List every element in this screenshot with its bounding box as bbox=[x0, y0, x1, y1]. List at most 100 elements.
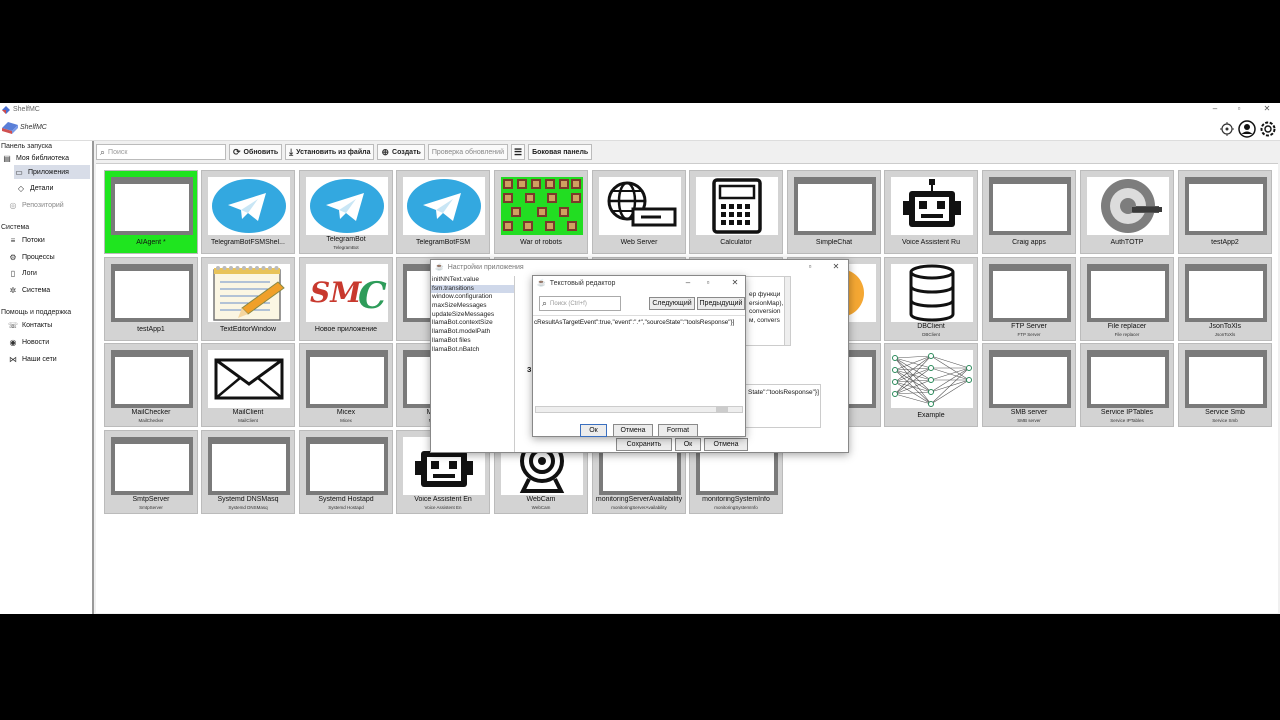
app-tile[interactable]: AuthTOTP bbox=[1080, 170, 1174, 254]
app-tile[interactable]: DBClient DBClient bbox=[884, 257, 978, 341]
system-icon: ✲ bbox=[9, 285, 17, 295]
app-tile-label: File replacer bbox=[1107, 323, 1147, 330]
settings-close-icon[interactable]: ✕ bbox=[825, 260, 847, 274]
editor-ok-button[interactable]: Ок bbox=[580, 424, 607, 437]
app-tile[interactable]: SM C Новое приложение bbox=[299, 257, 393, 341]
app-tile[interactable]: Voice Assistent Ru bbox=[884, 170, 978, 254]
app-tile[interactable]: Craig apps bbox=[982, 170, 1076, 254]
tag-icon: ◇ bbox=[17, 183, 25, 193]
app-tile-label: JsonToXls bbox=[1209, 323, 1241, 330]
app-tile-label: Voice Assistent En bbox=[414, 496, 472, 503]
sidebar-item-my-library[interactable]: ▤ Моя библиотека bbox=[2, 151, 84, 165]
app-tile-label: AuthTOTP bbox=[1110, 239, 1144, 246]
editor-minimize-icon[interactable]: – bbox=[677, 276, 699, 290]
app-tile[interactable]: testApp1 bbox=[104, 257, 198, 341]
search-input[interactable]: ⌕ Поиск bbox=[96, 144, 226, 160]
editor-text-area[interactable]: cResultAsTargetEvent":true,"event":".*",… bbox=[533, 315, 745, 415]
editor-format-button[interactable]: Format bbox=[658, 424, 698, 437]
sidebar-item-logs[interactable]: ▯ Логи bbox=[8, 266, 90, 280]
app-tile[interactable]: Systemd Hostapd Systemd Hostapd bbox=[299, 430, 393, 514]
settings-maximize-icon[interactable]: ▫ bbox=[799, 260, 821, 274]
app-tile[interactable]: TelegramBotFSM bbox=[396, 170, 490, 254]
sidebar-item-contacts[interactable]: ☏ Контакты bbox=[8, 318, 90, 332]
editor-next-button[interactable]: Следующий bbox=[649, 297, 695, 310]
settings-save-button[interactable]: Сохранить bbox=[616, 438, 672, 451]
editor-h-scrollbar[interactable] bbox=[535, 406, 743, 413]
app-tile[interactable]: Systemd DNSMasq Systemd DNSMasq bbox=[201, 430, 295, 514]
settings-value-field[interactable]: State":"toolsResponse"}] bbox=[745, 384, 821, 428]
app-tile[interactable]: JsonToXls JsonToXls bbox=[1178, 257, 1272, 341]
sidebar-item-apps[interactable]: ▭ Приложения bbox=[14, 165, 90, 179]
param-list-item[interactable]: window.configuration bbox=[431, 293, 514, 302]
toolbar: ⌕ Поиск ⟳ Обновить ⤓ Установить из файла ⊕… bbox=[96, 143, 1276, 161]
editor-cancel-button[interactable]: Отмена bbox=[613, 424, 653, 437]
robot-icon bbox=[891, 177, 973, 235]
app-tile-sublabel: monitoringSystemInfo bbox=[714, 505, 758, 510]
close-icon[interactable]: ✕ bbox=[1254, 103, 1280, 116]
param-list-item[interactable]: updateSizeMessages bbox=[431, 311, 514, 320]
add-icon: ⊕ bbox=[381, 146, 390, 157]
app-tile[interactable]: War of robots bbox=[494, 170, 588, 254]
app-tile[interactable]: Calculator bbox=[689, 170, 783, 254]
ai-brain-icon[interactable] bbox=[1218, 120, 1236, 138]
minimize-icon[interactable]: – bbox=[1202, 103, 1228, 116]
app-tile[interactable]: TextEditorWindow bbox=[201, 257, 295, 341]
app-tile-label: Service Smb bbox=[1205, 409, 1245, 416]
check-updates-button[interactable]: Проверка обновлений bbox=[427, 144, 508, 160]
app-tile[interactable]: FTP Server FTP Server bbox=[982, 257, 1076, 341]
create-button[interactable]: ⊕ Создать bbox=[377, 144, 425, 160]
side-panel-button[interactable]: Боковая панель bbox=[528, 144, 593, 160]
user-account-icon[interactable] bbox=[1238, 120, 1256, 138]
sidebar-group-launcher: Панель запуска bbox=[1, 143, 53, 150]
java-cup-icon: ☕ bbox=[435, 264, 444, 271]
app-tile[interactable]: MailClient MailClient bbox=[201, 343, 295, 427]
app-tile[interactable]: testApp2 bbox=[1178, 170, 1272, 254]
app-tile[interactable]: SMB server SMB server bbox=[982, 343, 1076, 427]
sidebar-item-details[interactable]: ◇ Детали bbox=[16, 181, 98, 195]
sidebar-item-news[interactable]: ◉ Новости bbox=[8, 335, 90, 349]
editor-maximize-icon[interactable]: ▫ bbox=[697, 276, 719, 290]
app-tile-label: MailChecker bbox=[131, 409, 171, 416]
settings-scrollbar[interactable] bbox=[784, 277, 790, 345]
side-panel-toggle[interactable]: ☰ bbox=[511, 144, 526, 160]
app-tile[interactable]: TelegramBot TelegramBot bbox=[299, 170, 393, 254]
param-list-item[interactable]: llamaBot files bbox=[431, 337, 514, 346]
app-tile[interactable]: Web Server bbox=[592, 170, 686, 254]
param-list-item[interactable]: maxSizeMessages bbox=[431, 302, 514, 311]
settings-gear-icon[interactable] bbox=[1259, 120, 1277, 138]
settings-ok-button[interactable]: Ок bbox=[675, 438, 701, 451]
app-tile[interactable]: Service Smb Service Smb bbox=[1178, 343, 1272, 427]
app-tile[interactable]: SmtpServer SmtpServer bbox=[104, 430, 198, 514]
app-tile[interactable]: AIAgent * bbox=[104, 170, 198, 254]
app-tile[interactable]: TelegramBotFSMShel... bbox=[201, 170, 295, 254]
app-tile-label: MailClient bbox=[232, 409, 264, 416]
app-tile[interactable]: Example bbox=[884, 343, 978, 427]
param-list-item[interactable]: initNNText.value bbox=[431, 276, 514, 285]
sidebar-item-networks[interactable]: ⋈ Наши сети bbox=[8, 352, 90, 366]
maximize-icon[interactable]: ▫ bbox=[1226, 103, 1252, 116]
app-tile[interactable]: MailChecker MailChecker bbox=[104, 343, 198, 427]
sidebar-item-system[interactable]: ✲ Система bbox=[8, 283, 90, 297]
sidebar-item-threads[interactable]: ≡ Потоки bbox=[8, 233, 90, 247]
settings-text-area[interactable]: ер функци ersionMap), conversion м, convers bbox=[745, 276, 791, 346]
editor-close-icon[interactable]: ✕ bbox=[724, 276, 746, 290]
param-list-item[interactable]: llamaBot.modelPath bbox=[431, 328, 514, 337]
param-list-item[interactable]: fsm.transitions bbox=[431, 284, 514, 294]
app-tile[interactable]: File replacer File replacer bbox=[1080, 257, 1174, 341]
param-list-item[interactable]: llamaBot.contextSize bbox=[431, 319, 514, 328]
processes-icon: ⚙ bbox=[9, 252, 17, 262]
editor-scroll-thumb[interactable] bbox=[716, 407, 728, 412]
editor-prev-button[interactable]: Предыдущий bbox=[697, 297, 745, 310]
app-tile[interactable]: Micex Micex bbox=[299, 343, 393, 427]
app-tile[interactable]: Service IPTables Service IPTables bbox=[1080, 343, 1174, 427]
sidebar-item-processes[interactable]: ⚙ Процессы bbox=[8, 250, 90, 264]
install-from-file-button[interactable]: ⤓ Установить из файла bbox=[285, 144, 375, 160]
editor-search-input[interactable]: ⌕ Поиск (Ctrl+f) bbox=[539, 296, 621, 311]
refresh-button[interactable]: ⟳ Обновить bbox=[229, 144, 283, 160]
sidebar-item-repository[interactable]: ◎ Репозиторий bbox=[8, 198, 90, 212]
param-list-item[interactable]: llamaBot.nBatch bbox=[431, 346, 514, 355]
settings-cancel-button[interactable]: Отмена bbox=[704, 438, 748, 451]
app-tile[interactable]: SimpleChat bbox=[787, 170, 881, 254]
threads-icon: ≡ bbox=[10, 235, 16, 245]
app-tile-sublabel: Micex bbox=[340, 418, 352, 423]
